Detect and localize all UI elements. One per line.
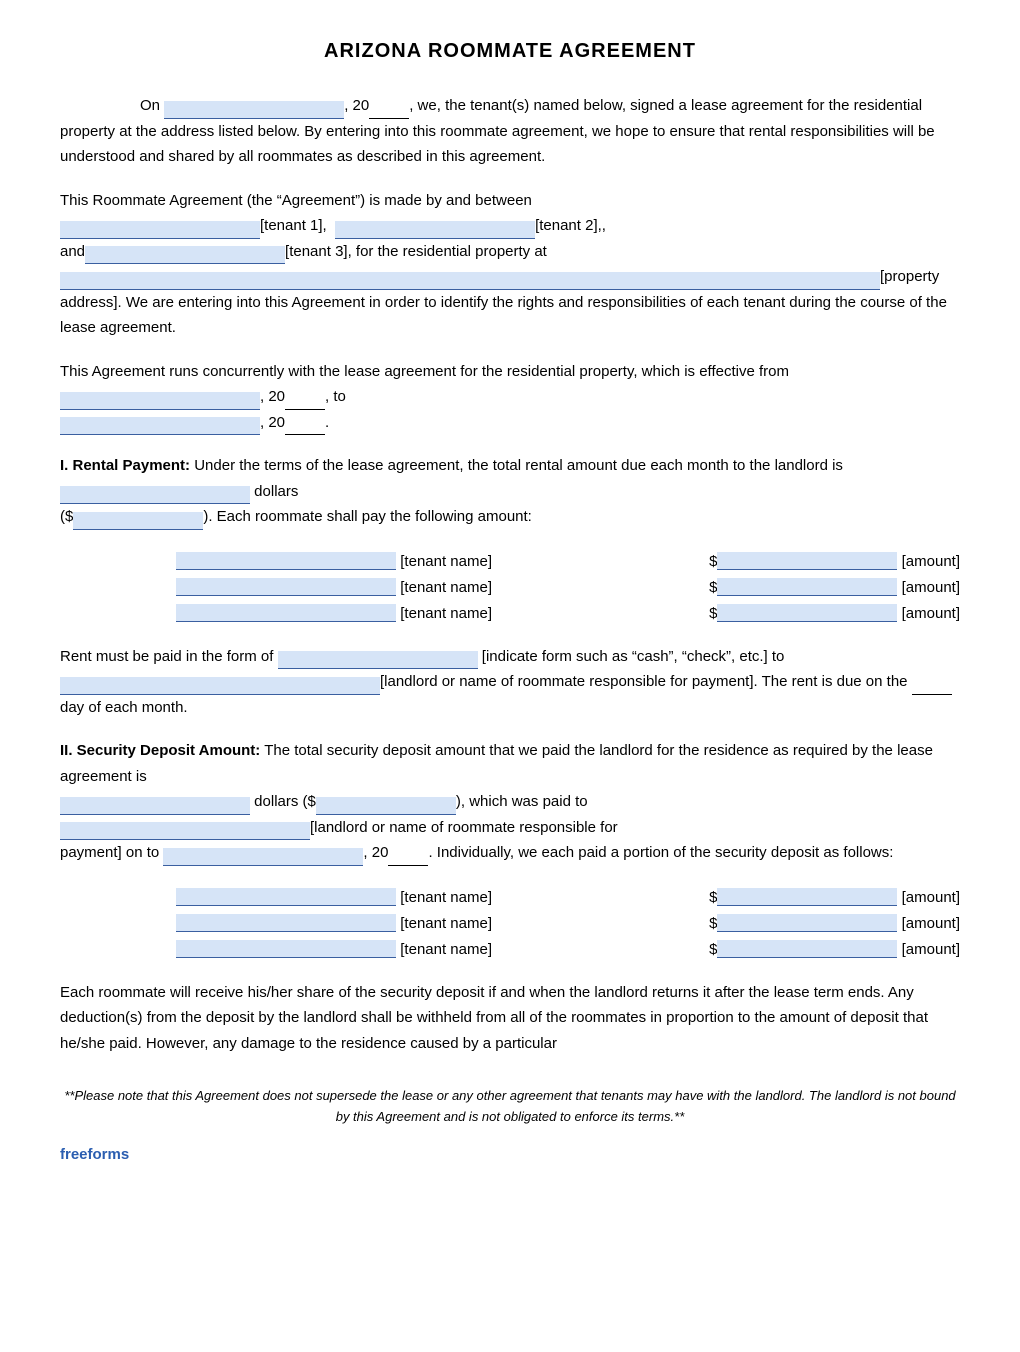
tenant3-field[interactable]	[85, 246, 285, 264]
dep-tenant3-amount-label: [amount]	[902, 941, 960, 958]
dep-tenant3-name-label: [tenant name]	[400, 941, 492, 958]
section1-header: I. Rental Payment: Under the terms of th…	[60, 453, 960, 530]
intro-paragraph: On , 20, we, the tenant(s) named below, …	[60, 93, 960, 170]
payment-on-label: payment] on to	[60, 844, 159, 861]
dep-tenant2-name-field[interactable]	[176, 914, 396, 932]
individually-label: . Individually, we each paid a portion o…	[428, 844, 893, 861]
rent-form-pre: Rent must be paid in the form of	[60, 648, 273, 665]
paren-post: ). Each roommate shall pay the following…	[203, 508, 532, 525]
tenant2-amount-label: [amount]	[902, 579, 960, 596]
due-day-field[interactable]	[912, 677, 952, 695]
rent-form-paragraph: Rent must be paid in the form of [indica…	[60, 644, 960, 721]
tenant3-name-field[interactable]	[176, 604, 396, 622]
tenant1-label: [tenant 1],	[260, 217, 327, 234]
page-title: ARIZONA ROOMMATE AGREEMENT	[60, 40, 960, 63]
tenant1-field[interactable]	[60, 221, 260, 239]
day-label: day of each month.	[60, 699, 188, 716]
dep-tenant2-amount-field[interactable]	[717, 914, 897, 932]
effective-from-field[interactable]	[60, 392, 260, 410]
paid-to: ), which was paid to	[456, 793, 588, 810]
rental-amount-field[interactable]	[60, 486, 250, 504]
footer-note: **Please note that this Agreement does n…	[60, 1086, 960, 1128]
landlord-responsible-field[interactable]	[60, 822, 310, 840]
end-date-field[interactable]	[60, 417, 260, 435]
table-row: [tenant name] $ [amount]	[60, 574, 960, 600]
tenant1-amount-label: [amount]	[902, 553, 960, 570]
landlord-responsible-label: [landlord or name of roommate responsibl…	[310, 819, 618, 836]
tenant2-label: [tenant 2],,	[535, 217, 606, 234]
on-label: On	[140, 97, 160, 114]
tenant2-name-field[interactable]	[176, 578, 396, 596]
tenant2-amount-field[interactable]	[717, 578, 897, 596]
and-label: and	[60, 243, 85, 260]
dollars-label: dollars	[254, 483, 298, 500]
rent-form-field[interactable]	[278, 651, 478, 669]
table-row: [tenant name] $ [amount]	[60, 910, 960, 936]
dep-tenant2-amount-label: [amount]	[902, 915, 960, 932]
dep-tenant3-name-field[interactable]	[176, 940, 396, 958]
deposit-table: [tenant name] $ [amount] [tenant name] $…	[60, 884, 960, 962]
footer-section: **Please note that this Agreement does n…	[60, 1086, 960, 1163]
landlord-label: [landlord or name of roommate responsibl…	[380, 673, 908, 690]
year2-pre: , 20	[260, 388, 285, 405]
payment-year-field[interactable]	[388, 848, 428, 866]
table-row: [tenant name] $ [amount]	[60, 936, 960, 962]
concurrent-paragraph: This Agreement runs concurrently with th…	[60, 359, 960, 436]
tenant2-name-label: [tenant name]	[400, 579, 492, 596]
tenant1-name-field[interactable]	[176, 552, 396, 570]
dep-tenant1-amount-field[interactable]	[717, 888, 897, 906]
deposit-amount-field[interactable]	[316, 797, 456, 815]
tenant3-label: [tenant 3], for the residential property…	[285, 243, 547, 260]
agreement-intro-paragraph: This Roommate Agreement (the “Agreement”…	[60, 188, 960, 341]
dep-tenant3-amount-field[interactable]	[717, 940, 897, 958]
agreement-intro-text1: This Roommate Agreement (the “Agreement”…	[60, 192, 532, 209]
table-row: [tenant name] $ [amount]	[60, 600, 960, 626]
dep-tenant2-name-label: [tenant name]	[400, 915, 492, 932]
table-row: [tenant name] $ [amount]	[60, 548, 960, 574]
tenant3-name-label: [tenant name]	[400, 605, 492, 622]
section1-body1: Under the terms of the lease agreement, …	[190, 457, 843, 474]
end-year-field[interactable]	[285, 417, 325, 435]
property-field[interactable]	[60, 272, 880, 290]
dep-tenant1-name-field[interactable]	[176, 888, 396, 906]
end-year-pre: , 20	[260, 414, 285, 431]
section2-header: II. Security Deposit Amount: The total s…	[60, 738, 960, 866]
concurrent-text: This Agreement runs concurrently with th…	[60, 363, 789, 380]
dollars-label2: dollars ($	[254, 793, 316, 810]
year-pre: , 20	[344, 97, 369, 114]
closing-paragraph: Each roommate will receive his/her share…	[60, 980, 960, 1057]
paren-pre: ($	[60, 508, 73, 525]
dep-tenant1-name-label: [tenant name]	[400, 889, 492, 906]
rent-form-indicate: [indicate form such as “cash”, “check”, …	[482, 648, 785, 665]
tenant-payment-table: [tenant name] $ [amount] [tenant name] $…	[60, 548, 960, 626]
tenant1-name-label: [tenant name]	[400, 553, 492, 570]
year2-field[interactable]	[285, 392, 325, 410]
section1-title: I. Rental Payment:	[60, 457, 190, 474]
tenant3-amount-field[interactable]	[717, 604, 897, 622]
tenant1-amount-field[interactable]	[717, 552, 897, 570]
tenant2-field[interactable]	[335, 221, 535, 239]
brand-label: freeforms	[60, 1146, 960, 1163]
dollar-amount-field[interactable]	[73, 512, 203, 530]
table-row: [tenant name] $ [amount]	[60, 884, 960, 910]
section2-title: II. Security Deposit Amount:	[60, 742, 260, 759]
landlord-name-field[interactable]	[60, 677, 380, 695]
deposit-dollars-field[interactable]	[60, 797, 250, 815]
year-field[interactable]	[369, 101, 409, 119]
payment-date-field[interactable]	[163, 848, 363, 866]
dep-tenant1-amount-label: [amount]	[902, 889, 960, 906]
tenant3-amount-label: [amount]	[902, 605, 960, 622]
to-label: , to	[325, 388, 346, 405]
date-post: , 20	[363, 844, 388, 861]
date-field[interactable]	[164, 101, 344, 119]
